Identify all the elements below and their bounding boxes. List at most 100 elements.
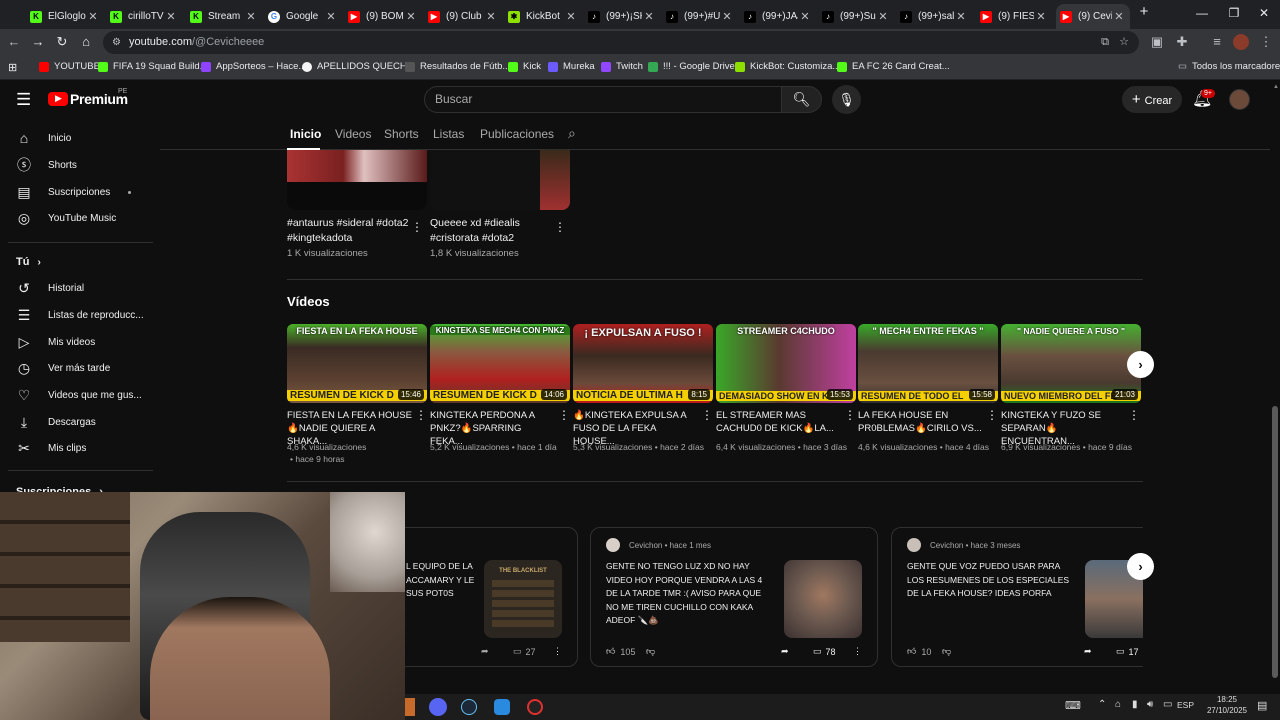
forward-icon[interactable]: → [29, 34, 47, 49]
section-title[interactable]: Vídeos [287, 294, 330, 309]
browser-tab[interactable]: ♪ (99+)#Ú ✕ [666, 4, 734, 29]
more-options-icon[interactable]: ⋮ [411, 220, 423, 234]
bookmark-item[interactable]: AppSorteos – Hace... [201, 61, 306, 72]
browser-tab[interactable]: ▶ (9) Club ✕ [428, 4, 498, 29]
thumbs-down-icon[interactable]: 👎︎ [942, 646, 951, 657]
sidebar-item-historial[interactable]: ↺ Historial [0, 276, 155, 300]
sidebar-item-ver-mas-tarde[interactable]: ◷ Ver más tarde [0, 356, 155, 380]
like-button[interactable]: 👍︎ 105 [606, 646, 635, 657]
browser-tab-active[interactable]: ▶(9) Cevic✕ [1056, 4, 1130, 29]
search-button[interactable]: 🔍︎ [781, 86, 822, 113]
post-image[interactable] [784, 560, 862, 638]
reload-icon[interactable]: ↻ [53, 34, 71, 50]
scroll-up-arrow[interactable]: ▲ [1273, 84, 1279, 90]
usb-icon[interactable]: ⌂ [1115, 699, 1121, 710]
like-button[interactable]: 👍︎ 10 [907, 646, 931, 657]
close-tab-icon[interactable]: ✕ [876, 10, 890, 23]
menu-icon[interactable]: ☰ [16, 90, 31, 110]
sidebar-item-mis-videos[interactable]: ▷ Mis videos [0, 330, 155, 354]
close-tab-icon[interactable]: ✕ [484, 10, 498, 23]
browser-tab[interactable]: ♪ (99+)sal ✕ [900, 4, 968, 29]
network-icon[interactable]: ▭ [1163, 699, 1172, 710]
share-icon[interactable]: ➦ [481, 646, 489, 657]
video-title[interactable]: LA FEKA HOUSE EN PR0BLEMAS🔥CIRILO VS... [858, 409, 983, 435]
close-tab-icon[interactable]: ✕ [164, 10, 178, 23]
more-options-icon[interactable]: ⋮ [844, 408, 856, 422]
home-button-icon[interactable]: ⌂ [77, 34, 95, 49]
sidebar-item-descargas[interactable]: ⤓ Descargas [0, 410, 155, 434]
apps-icon[interactable]: ⊞ [8, 61, 17, 74]
more-options-icon[interactable]: ⋮ [853, 646, 862, 657]
clock-time[interactable]: 18:25 [1203, 695, 1251, 704]
video-thumbnail[interactable]: " MECH4 ENTRE FEKAS " RESUMEN DE TODO EL… [858, 324, 998, 403]
discord-icon[interactable] [429, 698, 447, 716]
browser-tab[interactable]: K Stream ✕ [190, 4, 258, 29]
more-options-icon[interactable]: ⋮ [554, 220, 566, 234]
short-thumbnail[interactable] [287, 150, 427, 210]
sidebar-item-mis-clips[interactable]: ✂ Mis clips [0, 436, 155, 460]
back-icon[interactable]: ← [5, 34, 23, 49]
scrollbar-thumb[interactable] [1272, 406, 1278, 678]
close-tab-icon[interactable]: ✕ [324, 10, 338, 23]
share-icon[interactable]: ➦ [1084, 646, 1092, 657]
extension-icon[interactable]: ▣ [1148, 34, 1166, 50]
youtube-logo-icon[interactable]: ▶ [48, 92, 68, 106]
tab-inicio[interactable]: Inicio [290, 127, 321, 141]
sidebar-item-shorts[interactable]: ⓢ Shorts [0, 153, 155, 177]
site-info-icon[interactable]: ⚙ [112, 31, 121, 54]
thumbs-down-icon[interactable]: 👎︎ [646, 646, 655, 657]
profile-avatar[interactable] [1233, 34, 1249, 50]
sidebar-you-header[interactable]: Tú › [0, 250, 155, 274]
video-title[interactable]: EL STREAMER MAS CACHUD0 DE KICK🔥LA... [716, 409, 841, 435]
language-indicator[interactable]: ESP [1177, 700, 1194, 710]
video-thumbnail[interactable]: ¡ EXPULSAN A FUSO ! NOTICIA DE ULTIMA H … [573, 324, 713, 403]
browser-tab[interactable]: ♪ (99+)Su ✕ [822, 4, 890, 29]
sidebar-item-listas[interactable]: ☰ Listas de reproducc... [0, 303, 155, 327]
bookmark-item[interactable]: Kick [508, 61, 541, 72]
close-tab-icon[interactable]: ✕ [404, 10, 418, 23]
browser-menu-icon[interactable]: ⋮ [1257, 34, 1275, 50]
close-tab-icon[interactable]: ✕ [1034, 10, 1048, 23]
bookmark-item[interactable]: KickBot: Customiza... [735, 61, 840, 72]
more-options-icon[interactable]: ⋮ [986, 408, 998, 422]
maximize-button[interactable]: ❐ [1224, 6, 1244, 20]
sidebar-item-youtube-music[interactable]: ◎ YouTube Music [0, 206, 155, 230]
post-image[interactable]: THE BLACKLIST [484, 560, 562, 638]
post-author[interactable]: Cevichon [930, 541, 963, 550]
browser-tab[interactable]: K ElGloglo ✕ [30, 4, 100, 29]
more-options-icon[interactable]: ⋮ [558, 408, 570, 422]
close-window-button[interactable]: ✕ [1254, 6, 1274, 20]
comments-button[interactable]: ▭ 78 [813, 646, 836, 657]
taskbar-app-icon[interactable] [405, 698, 415, 716]
author-avatar[interactable] [606, 538, 620, 552]
more-options-icon[interactable]: ⋮ [701, 408, 713, 422]
bookmark-item[interactable]: EA FC 26 Card Creat... [837, 61, 950, 72]
steam-icon[interactable] [461, 699, 477, 715]
community-post[interactable]: Cevichon • hace 1 mes GENTE NO TENGO LUZ… [590, 527, 878, 667]
carousel-next-button[interactable]: › [1127, 351, 1154, 378]
bookmark-item[interactable]: YOUTUBE [39, 61, 100, 72]
tab-shorts[interactable]: Shorts [384, 127, 419, 141]
all-bookmarks[interactable]: ▭ Todos los marcadores [1178, 61, 1280, 72]
tab-videos[interactable]: Videos [335, 127, 371, 141]
comments-button[interactable]: ▭ 17 [1116, 646, 1139, 657]
browser-tab[interactable]: KcirilloTV ✕ [110, 4, 178, 29]
browser-tab[interactable]: ♪(99+)¡SKI✕ [588, 4, 656, 29]
app-icon[interactable] [494, 699, 510, 715]
clock-date[interactable]: 27/10/2025 [1203, 706, 1251, 715]
author-avatar[interactable] [907, 538, 921, 552]
browser-tab[interactable]: ♪(99+)JAJ✕ [744, 4, 812, 29]
bookmark-star-icon[interactable]: ☆ [1119, 31, 1129, 54]
bookmark-item[interactable]: !!! - Google Drive [648, 61, 735, 72]
minimize-button[interactable]: — [1192, 6, 1212, 20]
video-thumbnail[interactable]: STREAMER C4CHUDO DEMASIADO SHOW EN K 15:… [716, 324, 856, 403]
browser-tab[interactable]: ▶ (9) BOMI ✕ [348, 4, 418, 29]
close-tab-icon[interactable]: ✕ [954, 10, 968, 23]
close-tab-icon[interactable]: ✕ [798, 10, 812, 23]
close-tab-icon[interactable]: ✕ [564, 10, 578, 23]
volume-icon[interactable]: 🔊︎ [1147, 699, 1153, 710]
more-options-icon[interactable]: ⋮ [415, 408, 427, 422]
mic-tray-icon[interactable]: ▮ [1132, 699, 1138, 710]
more-options-icon[interactable]: ⋮ [553, 646, 562, 657]
voice-search-button[interactable]: 🎙︎ [832, 85, 861, 114]
